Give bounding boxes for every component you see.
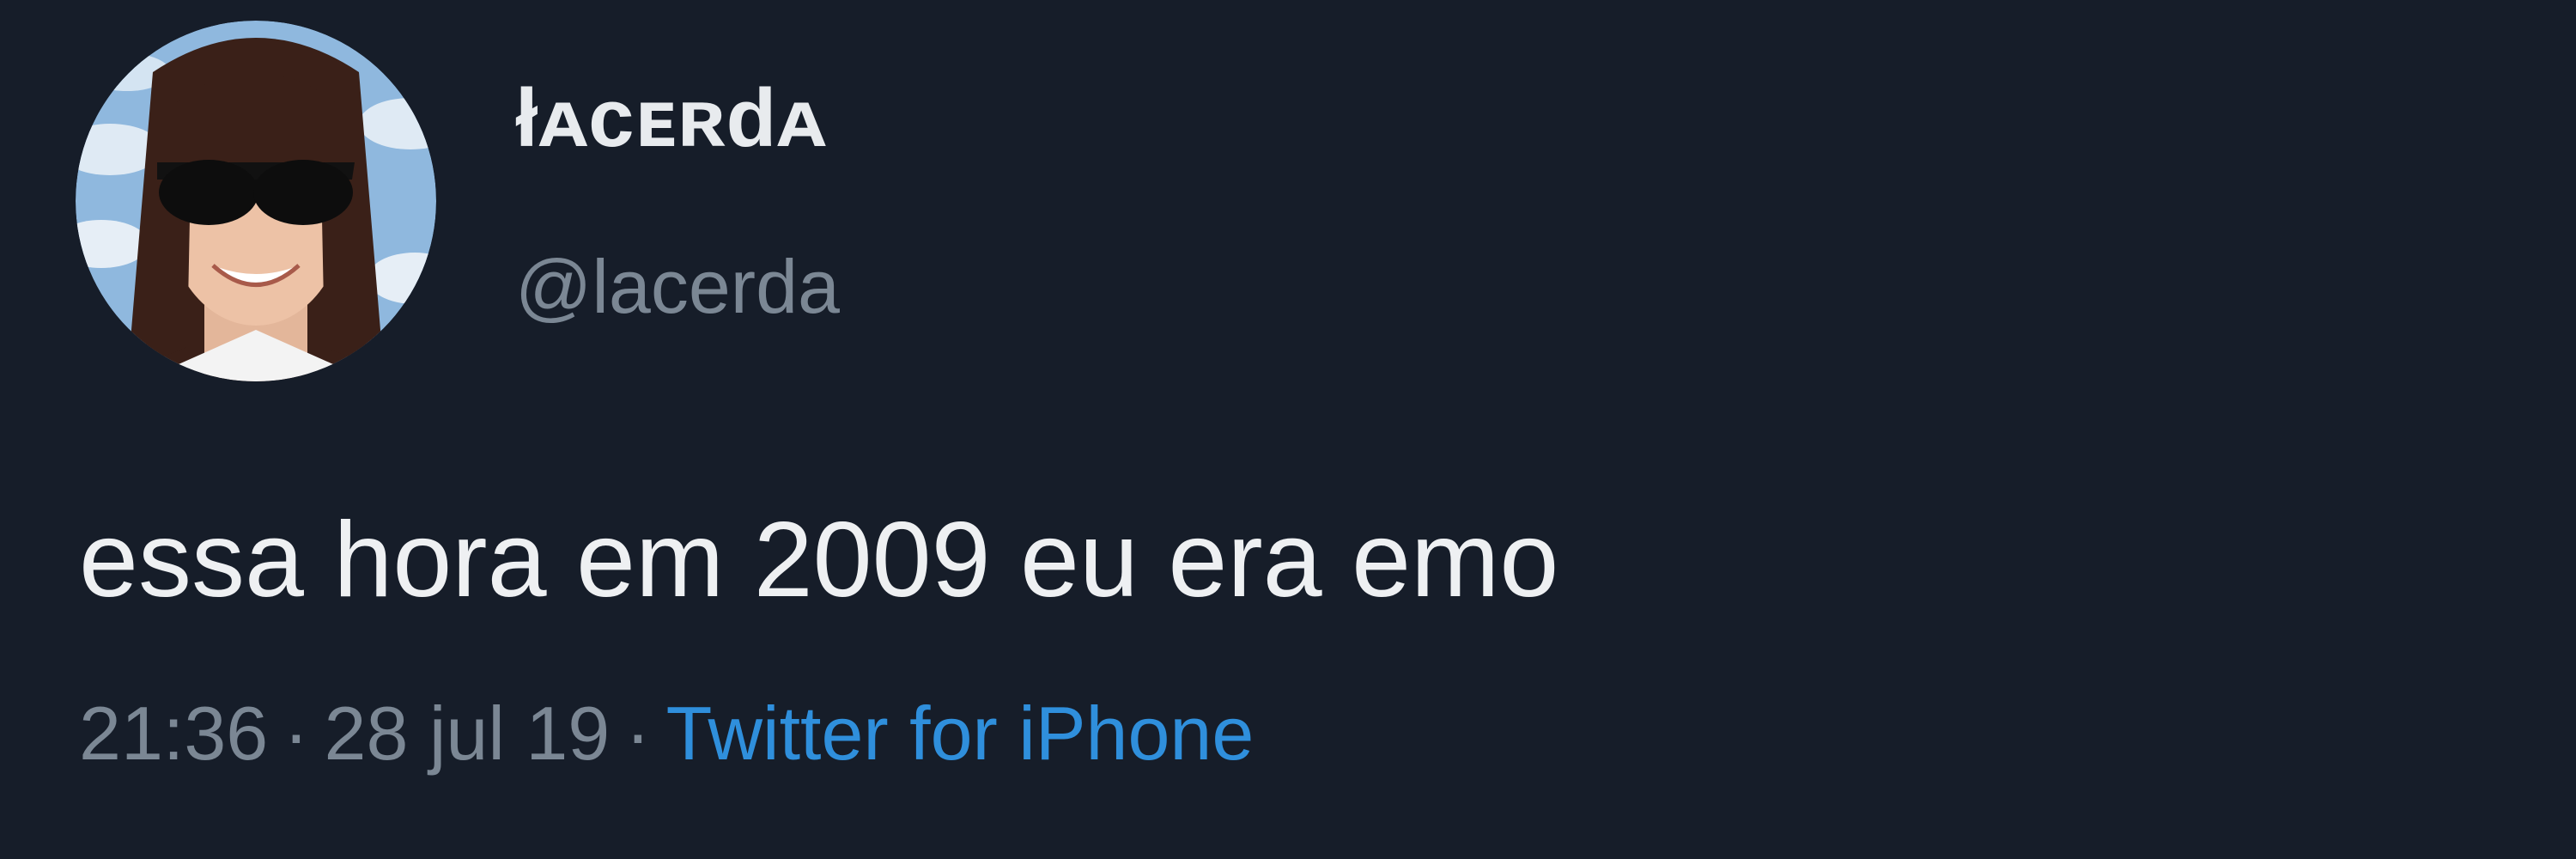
author-display-name[interactable]: łᴀᴄᴇʀdᴀ: [515, 77, 827, 160]
avatar[interactable]: [76, 21, 436, 381]
tweet-time[interactable]: 21:36: [79, 696, 268, 771]
author-handle[interactable]: @lacerda: [515, 249, 840, 325]
meta-separator: ·: [625, 691, 651, 776]
tweet-date[interactable]: 28 jul 19: [325, 696, 611, 771]
tweet-meta: 21:36 · 28 jul 19 · Twitter for iPhone: [79, 696, 1254, 771]
meta-separator: ·: [283, 691, 309, 776]
avatar-image: [76, 21, 436, 381]
tweet-text: essa hora em 2009 eu era emo: [79, 501, 1559, 619]
tweet-card: łᴀᴄᴇʀdᴀ @lacerda essa hora em 2009 eu er…: [0, 0, 2576, 859]
tweet-source-link[interactable]: Twitter for iPhone: [666, 696, 1255, 771]
